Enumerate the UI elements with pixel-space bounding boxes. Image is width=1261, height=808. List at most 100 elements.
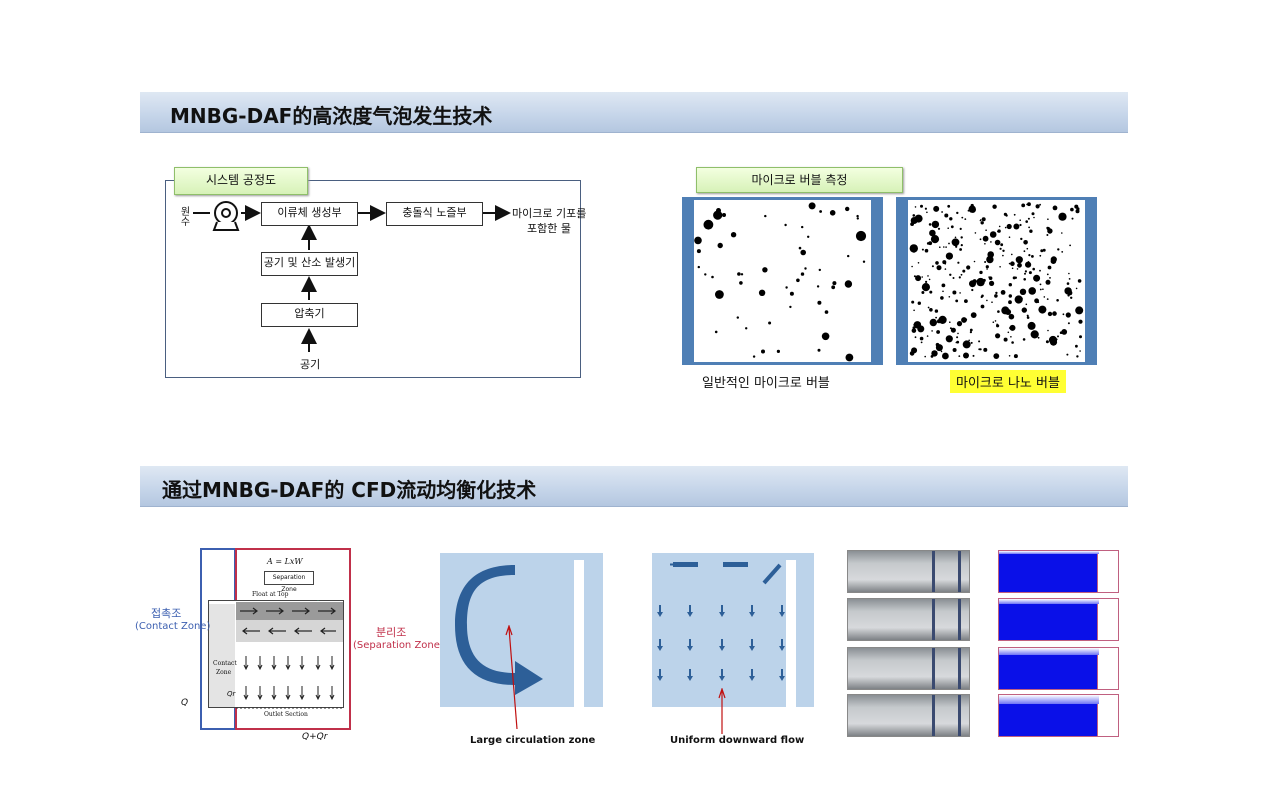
bubble-dot: [1050, 258, 1057, 264]
bubble-dot: [1003, 337, 1008, 342]
bubble-dot: [804, 267, 807, 270]
bubble-dot: [1046, 298, 1049, 300]
bubble-dot: [954, 236, 957, 239]
bubble-dot: [999, 247, 1002, 250]
tank-frame: [932, 551, 935, 592]
bubble-dot: [940, 296, 944, 300]
bubble-dot: [832, 281, 837, 286]
bubble-dot: [962, 340, 971, 349]
bubble-dot: [1047, 311, 1053, 317]
bubble-dot: [694, 236, 702, 245]
bubble-dot: [1019, 288, 1027, 295]
uniform-pointer: [718, 688, 726, 734]
bubble-dot: [959, 248, 962, 251]
gas-generator-box: 공기 및 산소 발생기: [261, 252, 358, 276]
cfd-outlet: [1097, 695, 1118, 736]
bubble-dot: [862, 260, 866, 263]
flow-arrow: [779, 646, 785, 651]
bubble-dot: [1017, 260, 1019, 262]
bubble-dot: [1079, 350, 1081, 352]
micro-bubble-panel: [682, 197, 883, 365]
bubble-dot: [964, 318, 968, 321]
bubble-dot: [929, 308, 933, 312]
outlet-label: Outlet Section: [264, 711, 308, 718]
bubble-dot: [960, 273, 963, 276]
bubble-dot: [995, 291, 998, 295]
bubble-dot: [716, 208, 721, 213]
uniform-flow-arrows: [657, 562, 785, 681]
tank-frame: [958, 599, 961, 640]
bubble-dot: [1008, 300, 1012, 305]
section2-title: 通过MNBG-DAF的 CFD流动均衡化技术: [162, 478, 537, 502]
contact-ko-label: 접촉조: [151, 607, 182, 620]
bubble-dot: [986, 268, 988, 270]
bubble-dot: [939, 246, 941, 248]
bubble-dot: [1057, 248, 1060, 251]
large-circulation-label: Large circulation zone: [470, 735, 596, 746]
flow-arrow: [687, 646, 693, 651]
bubble-dot: [936, 345, 939, 348]
bubble-dot: [945, 335, 953, 343]
bubble-dot: [951, 238, 960, 247]
bubble-dot: [1045, 279, 1051, 285]
bubble-dot: [1052, 311, 1057, 316]
tank-frame: [958, 648, 961, 689]
bubble-dot: [926, 211, 928, 214]
bubble-dot: [1067, 294, 1070, 297]
bubble-dot: [1040, 249, 1044, 253]
measure-tag: 마이크로 버블 측정: [696, 167, 903, 193]
nano-bubble-image: [909, 202, 1084, 360]
bubble-dot: [912, 214, 916, 217]
bubble-dot: [1065, 312, 1071, 318]
bubble-dot: [994, 320, 997, 322]
bubble-dot: [1025, 303, 1028, 306]
bubble-dot: [1033, 216, 1035, 219]
bubble-dot: [1023, 250, 1026, 253]
bubble-dot: [1000, 290, 1006, 295]
bubble-dot: [817, 348, 821, 352]
bubble-dot: [924, 355, 926, 358]
bubble-dot: [1074, 204, 1079, 209]
bubble-dot: [968, 339, 970, 342]
qr-label: Qr: [227, 690, 236, 698]
bubble-dot: [979, 270, 983, 275]
bubble-dot: [764, 214, 767, 218]
cfd-foam: [999, 551, 1099, 554]
bubble-dot: [1037, 336, 1040, 339]
bubble-dot: [1005, 309, 1012, 315]
bubble-dot: [981, 294, 984, 298]
bubble-dot: [983, 347, 988, 352]
bubble-dot: [1030, 330, 1039, 339]
flow-arrow: [779, 612, 785, 617]
bubble-dot: [994, 239, 1001, 246]
bubble-dot: [1047, 218, 1049, 220]
separation-small-box: Separation Zone: [264, 571, 314, 593]
bubble-dot: [785, 286, 788, 289]
bubble-dot: [1061, 329, 1068, 335]
bubble-dot: [940, 350, 943, 353]
bubble-dot: [944, 268, 947, 270]
bubble-dot: [919, 336, 924, 341]
bubble-dot: [935, 316, 937, 319]
bubble-dot: [1027, 321, 1036, 330]
bubble-dot: [913, 324, 915, 326]
bubble-dot: [971, 288, 974, 292]
circulation-pointer: [505, 625, 518, 730]
bubble-dot: [956, 340, 960, 344]
bubble-dot: [941, 283, 946, 288]
bubble-dot: [955, 245, 958, 248]
bubble-dot: [736, 316, 739, 319]
bubble-dot: [921, 291, 925, 294]
tank-photo: [847, 598, 970, 641]
bubble-dot: [984, 261, 987, 263]
bubble-dot: [821, 332, 830, 341]
bubble-dot: [1006, 223, 1012, 230]
bubble-dot: [960, 244, 963, 247]
bubble-dot: [959, 227, 962, 230]
q-in-label: Q: [181, 698, 189, 708]
bubble-dot: [1032, 267, 1035, 271]
bubble-dot: [1005, 214, 1008, 217]
bubble-dot: [1066, 282, 1070, 285]
bubble-dot: [819, 210, 822, 213]
bubble-dot: [717, 242, 723, 249]
